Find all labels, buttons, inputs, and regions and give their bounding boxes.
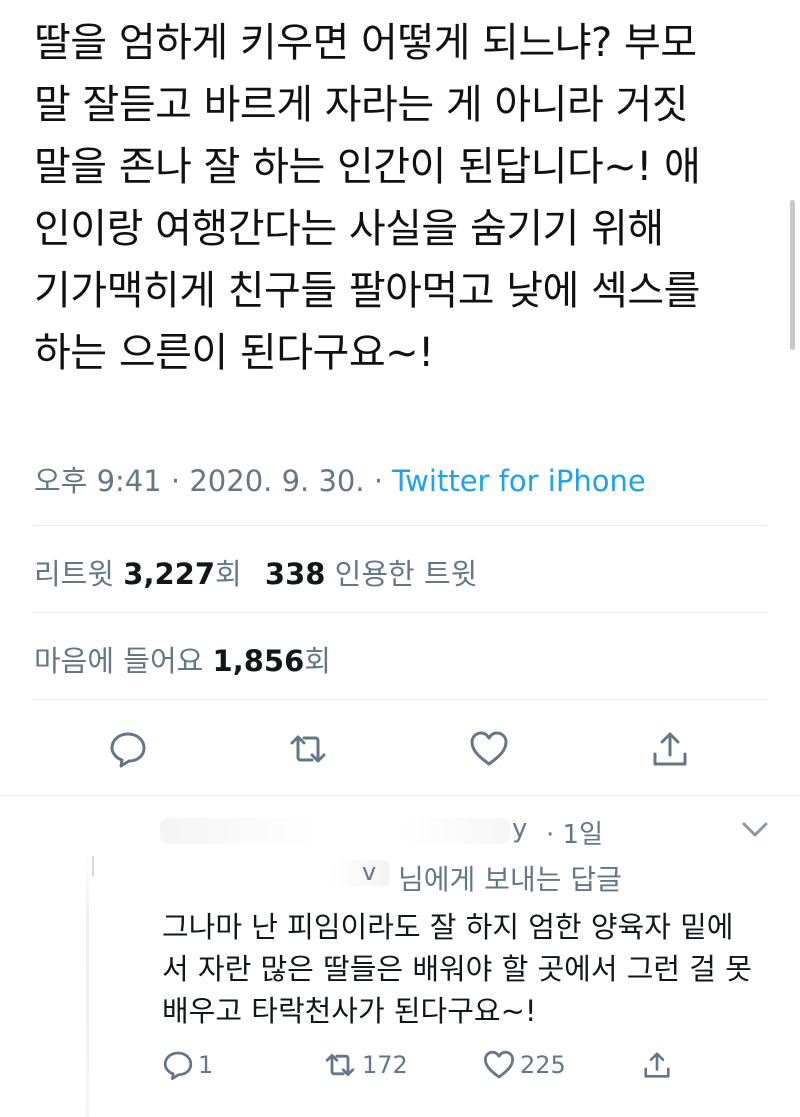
retweet-icon <box>325 1054 355 1076</box>
like-button[interactable] <box>464 724 514 774</box>
tweet-time: 오후 9:41 <box>34 464 162 498</box>
retweet-count: 3,227 <box>123 557 215 591</box>
reply-like-count: 225 <box>520 1051 566 1079</box>
likes-label: 마음에 들어요 <box>34 644 204 678</box>
retweet-stats[interactable]: 리트윗 3,227회 338 인용한 트윗 <box>34 551 477 593</box>
reply-text-line: 서 자란 많은 딸들은 배워야 할 곳에서 그런 걸 못 <box>162 952 752 986</box>
reply-thread-mark <box>92 856 94 876</box>
reply-reply-button[interactable]: 1 <box>162 1045 213 1085</box>
reply-share-button[interactable] <box>642 1045 672 1085</box>
reply-text: 그나마 난 피임이라도 잘 하지 엄한 양육자 밑에 서 자란 많은 딸들은 배… <box>162 906 772 1032</box>
chevron-down-icon[interactable] <box>738 818 772 842</box>
tweet-text-line: 기가맥히게 친구들 팔아먹고 낮에 섹스를 <box>34 268 700 314</box>
likes-stats[interactable]: 마음에 들어요 1,856회 <box>34 638 331 680</box>
retweet-icon <box>290 735 326 763</box>
tweet-text-line: 딸을 엄하게 키우면 어떻게 되느냐? 부모 <box>34 20 697 66</box>
tweet-text-line: 인이랑 여행간다는 사실을 숨기기 위해 <box>34 206 664 252</box>
reply-reply-count: 1 <box>198 1051 214 1079</box>
likes-unit: 회 <box>304 644 331 678</box>
reply-icon <box>163 1051 193 1080</box>
tweet-source-link[interactable]: Twitter for iPhone <box>392 464 645 498</box>
heart-icon <box>470 731 508 766</box>
reply-author-handle-redacted <box>400 818 510 844</box>
reply-like-button[interactable]: 225 <box>482 1045 566 1085</box>
quote-label: 인용한 트윗 <box>334 557 478 591</box>
reply-to-handle-redacted <box>330 860 390 886</box>
tweet-text-line: 말을 존나 잘 하는 인간이 된답니다~! 애 <box>34 144 701 190</box>
tweet-action-bar <box>0 724 800 774</box>
tweet-text-line: 말 잘듣고 바르게 자라는 게 아니라 거짓 <box>34 82 689 128</box>
divider <box>34 612 766 613</box>
scrollbar[interactable] <box>790 200 795 350</box>
heart-icon <box>484 1050 514 1079</box>
reply-author-name-redacted <box>160 818 320 844</box>
reply-to-label: 님에게 보내는 답글 <box>398 863 622 896</box>
retweet-unit: 회 <box>215 557 242 591</box>
reply-text-line: 그나마 난 피임이라도 잘 하지 엄한 양육자 밑에 <box>162 910 734 944</box>
share-button[interactable] <box>645 724 695 774</box>
tweet-text: 딸을 엄하게 키우면 어떻게 되느냐? 부모 말 잘듣고 바르게 자라는 게 아… <box>34 12 784 384</box>
reply-to-handle[interactable]: v <box>362 858 376 886</box>
meta-separator: · <box>373 464 384 498</box>
reply-icon <box>110 732 146 768</box>
reply-button[interactable] <box>103 724 153 774</box>
reply-time: · 1일 <box>546 820 603 850</box>
retweet-button[interactable] <box>283 724 333 774</box>
likes-count: 1,856 <box>212 644 305 678</box>
divider <box>34 525 766 526</box>
share-icon <box>653 732 687 766</box>
reply-text-line: 배우고 타락천사가 된다구요~! <box>162 994 537 1028</box>
retweet-label: 리트윗 <box>34 557 115 591</box>
tweet-meta: 오후 9:41 · 2020. 9. 30. · Twitter for iPh… <box>34 458 646 500</box>
divider <box>34 699 766 700</box>
reply-action-bar: 1 172 225 <box>0 1045 800 1085</box>
tweet-date: 2020. 9. 30. <box>189 464 365 498</box>
meta-separator: · <box>170 464 181 498</box>
tweet-text-line: 하는 으른이 된다구요~! <box>34 330 434 376</box>
quote-count: 338 <box>264 557 326 591</box>
reply-retweet-button[interactable]: 172 <box>322 1045 408 1085</box>
reply-author-handle[interactable]: y <box>512 814 527 844</box>
reply-retweet-count: 172 <box>362 1051 408 1079</box>
reply-separator <box>0 795 800 796</box>
share-icon <box>644 1052 670 1078</box>
